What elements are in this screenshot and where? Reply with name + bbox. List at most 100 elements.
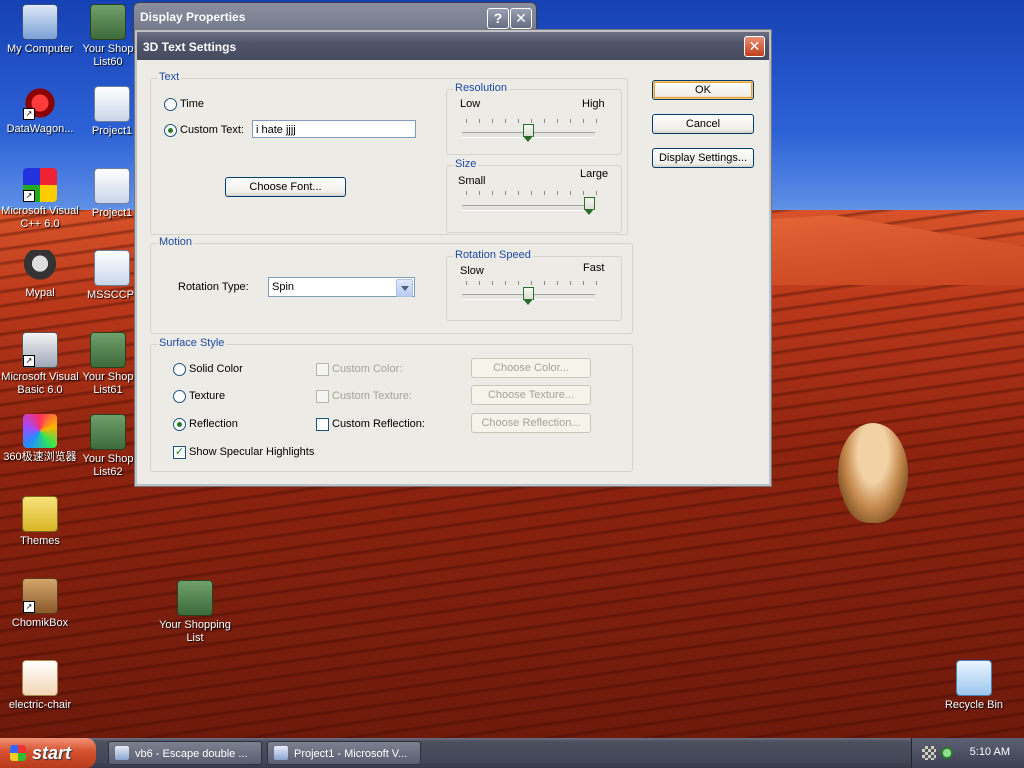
project-icon bbox=[94, 168, 130, 204]
taskbar: start vb6 - Escape double ... Project1 -… bbox=[0, 738, 1024, 768]
browser-360-icon bbox=[23, 414, 57, 448]
desktop-icon-recycle-bin[interactable]: Recycle Bin bbox=[934, 660, 1014, 712]
close-button[interactable]: ✕ bbox=[510, 8, 532, 29]
computer-icon bbox=[22, 4, 58, 40]
resolution-ticks bbox=[466, 119, 597, 123]
taskbar-item-project1[interactable]: Project1 - Microsoft V... bbox=[267, 741, 421, 765]
shortcut-arrow-icon: ↗ bbox=[23, 601, 35, 613]
datawagon-icon: ↗ bbox=[23, 86, 57, 120]
custom-texture-checkbox[interactable] bbox=[316, 390, 329, 403]
rotation-type-value: Spin bbox=[272, 281, 295, 293]
shop-icon bbox=[90, 414, 126, 450]
rotation-speed-slider-thumb[interactable] bbox=[523, 287, 534, 306]
group-title: Rotation Speed bbox=[453, 249, 533, 261]
vc-icon: ↗ bbox=[23, 168, 57, 202]
ok-button[interactable]: OK bbox=[652, 80, 754, 100]
taskbar-item-label: Project1 - Microsoft V... bbox=[294, 748, 408, 760]
cancel-button[interactable]: Cancel bbox=[652, 114, 754, 134]
resolution-low-label: Low bbox=[460, 98, 481, 110]
desktop-icon-mypal[interactable]: Mypal bbox=[0, 250, 80, 300]
choose-font-button[interactable]: Choose Font... bbox=[225, 177, 346, 197]
desktop-icon-your-shopping-list[interactable]: Your Shopping List bbox=[155, 580, 235, 645]
group-title: Resolution bbox=[453, 82, 509, 94]
rotation-speed-ticks bbox=[466, 281, 597, 285]
desktop-icon-electric-chair[interactable]: electric-chair bbox=[0, 660, 80, 712]
taskbar-item-label: vb6 - Escape double ... bbox=[135, 748, 248, 760]
shortcut-arrow-icon: ↗ bbox=[23, 190, 35, 202]
help-button[interactable]: ? bbox=[487, 8, 509, 29]
show-specular-checkbox[interactable]: ✓ bbox=[173, 446, 186, 459]
browser-icon bbox=[115, 746, 129, 760]
desktop-icon-label: Your Shopping List bbox=[159, 619, 231, 644]
desktop-icon-label: Recycle Bin bbox=[944, 699, 1004, 711]
shortcut-arrow-icon: ↗ bbox=[23, 108, 35, 120]
clock[interactable]: 5:10 AM bbox=[970, 746, 1010, 758]
group-title: Text bbox=[157, 71, 182, 83]
desktop-icon-datawagon[interactable]: ↗ DataWagon... bbox=[0, 86, 80, 136]
time-radio[interactable] bbox=[164, 98, 177, 111]
size-slider-thumb[interactable] bbox=[584, 197, 595, 216]
vb-icon: ↗ bbox=[22, 332, 58, 368]
window-title: Display Properties bbox=[140, 10, 246, 24]
rotation-fast-label: Fast bbox=[583, 262, 605, 274]
choose-texture-button[interactable]: Choose Texture... bbox=[471, 385, 591, 405]
show-specular-label: Show Specular Highlights bbox=[189, 446, 315, 458]
start-label: start bbox=[32, 743, 72, 763]
desktop-icon-label: Microsoft Visual C++ 6.0 bbox=[1, 205, 79, 230]
tray-network-icon[interactable] bbox=[922, 746, 936, 760]
rotation-type-select[interactable]: Spin bbox=[268, 277, 415, 297]
mypal-icon bbox=[23, 250, 57, 284]
custom-color-checkbox[interactable] bbox=[316, 363, 329, 376]
texture-radio[interactable] bbox=[173, 390, 186, 403]
group-title: Surface Style bbox=[157, 337, 227, 349]
start-button[interactable]: start bbox=[0, 738, 96, 768]
reflection-label: Reflection bbox=[189, 418, 238, 430]
chomikbox-icon: ↗ bbox=[22, 578, 58, 614]
dialog-close-button[interactable]: ✕ bbox=[744, 36, 765, 57]
group-title: Size bbox=[453, 158, 479, 170]
shortcut-arrow-icon: ↗ bbox=[23, 355, 35, 367]
texture-label: Texture bbox=[189, 390, 226, 402]
resolution-high-label: High bbox=[582, 98, 605, 110]
choose-color-button[interactable]: Choose Color... bbox=[471, 358, 591, 378]
shop-icon bbox=[177, 580, 213, 616]
dialog-title-bar[interactable]: 3D Text Settings ✕ bbox=[137, 32, 769, 60]
dropdown-arrow-icon[interactable] bbox=[396, 279, 413, 297]
shop-icon bbox=[90, 4, 126, 40]
project-icon bbox=[94, 86, 130, 122]
3d-text-settings-dialog: 3D Text Settings ✕ Text Time Custom Text… bbox=[135, 30, 771, 486]
solid-color-radio[interactable] bbox=[173, 363, 186, 376]
desktop-icon-msvc[interactable]: ↗ Microsoft Visual C++ 6.0 bbox=[0, 168, 80, 231]
recycle-bin-icon bbox=[956, 660, 992, 696]
size-track bbox=[462, 205, 595, 211]
custom-color-label: Custom Color: bbox=[332, 363, 403, 375]
resolution-slider-thumb[interactable] bbox=[523, 124, 534, 143]
desktop-icon-label: Themes bbox=[20, 535, 60, 547]
hamster-desktop-pet[interactable] bbox=[838, 423, 908, 523]
group-title: Motion bbox=[157, 236, 195, 248]
desktop-icon-label: Mypal bbox=[25, 287, 55, 299]
reflection-radio[interactable] bbox=[173, 418, 186, 431]
size-small-label: Small bbox=[458, 175, 486, 187]
custom-text-input[interactable]: i hate jjjj bbox=[252, 120, 416, 138]
rotation-slow-label: Slow bbox=[460, 265, 484, 277]
custom-texture-label: Custom Texture: bbox=[332, 390, 412, 402]
custom-text-radio[interactable] bbox=[164, 124, 177, 137]
size-large-label: Large bbox=[580, 168, 609, 180]
custom-text-label: Custom Text: bbox=[180, 124, 244, 136]
display-settings-button[interactable]: Display Settings... bbox=[652, 148, 754, 168]
solid-color-label: Solid Color bbox=[189, 363, 243, 375]
tray-sync-icon[interactable] bbox=[940, 746, 954, 760]
vb-icon bbox=[274, 746, 288, 760]
taskbar-item-vb6[interactable]: vb6 - Escape double ... bbox=[108, 741, 262, 765]
windows-flag-icon bbox=[10, 745, 26, 761]
desktop-icon-themes[interactable]: Themes bbox=[0, 496, 80, 548]
shop-icon bbox=[90, 332, 126, 368]
choose-reflection-button[interactable]: Choose Reflection... bbox=[471, 413, 591, 433]
time-label: Time bbox=[180, 98, 205, 110]
custom-reflection-label: Custom Reflection: bbox=[332, 418, 425, 430]
desktop-icon-chomikbox[interactable]: ↗ ChomikBox bbox=[0, 578, 80, 630]
custom-reflection-checkbox[interactable] bbox=[316, 418, 329, 431]
system-tray: 5:10 AM bbox=[911, 738, 1024, 768]
document-icon bbox=[22, 660, 58, 696]
